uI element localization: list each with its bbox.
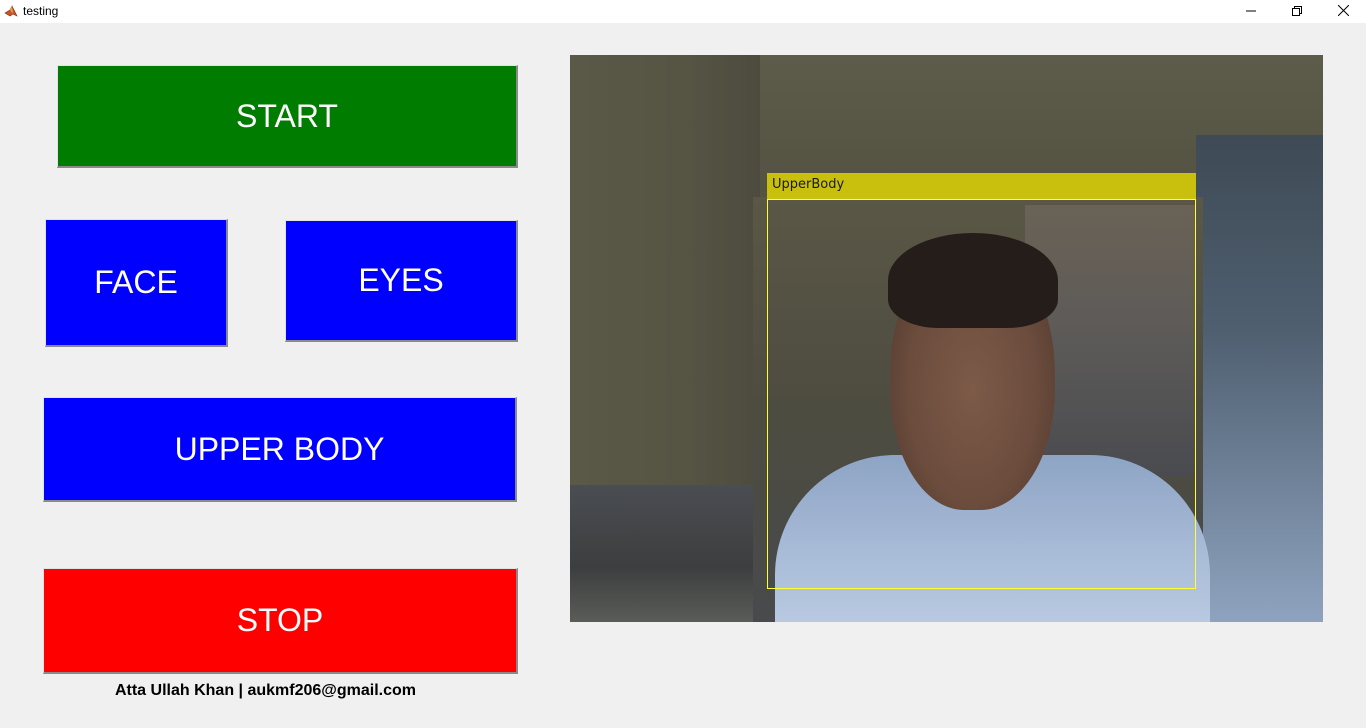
detection-label: UpperBody — [767, 173, 1196, 199]
camera-feed: UpperBody — [570, 55, 1323, 622]
start-button[interactable]: START — [57, 65, 518, 168]
feed-background-right — [1196, 135, 1323, 622]
restore-button[interactable] — [1274, 0, 1320, 23]
minimize-button[interactable] — [1228, 0, 1274, 23]
upper-body-button[interactable]: UPPER BODY — [43, 397, 517, 502]
face-button[interactable]: FACE — [45, 219, 228, 347]
title-bar: testing — [0, 0, 1366, 23]
minimize-icon — [1246, 3, 1256, 21]
restore-icon — [1292, 3, 1302, 21]
stop-button[interactable]: STOP — [43, 568, 518, 674]
author-credit: Atta Ullah Khan | aukmf206@gmail.com — [114, 682, 417, 699]
detection-bounding-box — [767, 199, 1196, 589]
close-button[interactable] — [1320, 0, 1366, 23]
close-icon — [1337, 3, 1349, 21]
window-title: testing — [23, 4, 59, 18]
matlab-icon — [4, 4, 18, 18]
feed-background-floor — [570, 485, 760, 622]
eyes-button[interactable]: EYES — [285, 220, 518, 342]
